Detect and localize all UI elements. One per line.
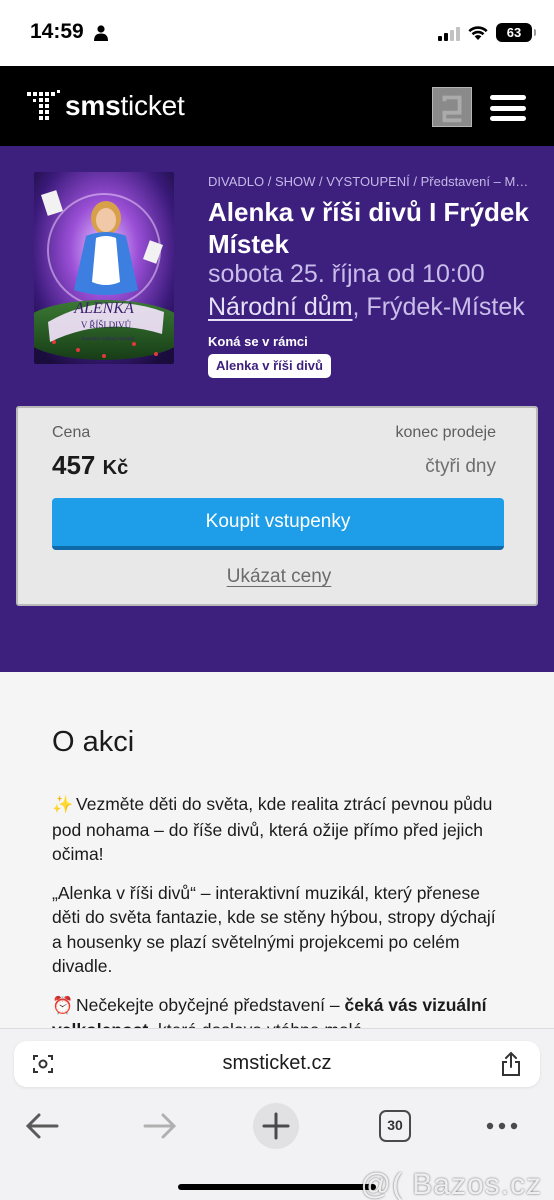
breadcrumb[interactable]: DIVADLO / SHOW / VYSTOUPENÍ / Představen… <box>208 174 530 189</box>
url-text: smsticket.cz <box>222 1052 332 1074</box>
person-icon <box>94 25 108 41</box>
status-time: 14:59 <box>30 20 84 43</box>
price-box: Cena 457 Kč konec prodeje čtyři dny Koup… <box>16 406 538 606</box>
logo-text: smsticket <box>65 90 185 121</box>
event-title: Alenka v říši divů I Frýdek Místek <box>208 197 529 259</box>
price-value: 457 Kč <box>52 450 129 480</box>
user-avatar-icon[interactable] <box>432 87 472 127</box>
venue-link[interactable]: Národní dům <box>208 293 353 321</box>
about-section: O akci ✨ Vezměte děti do světa, kde reali… <box>0 672 554 1028</box>
new-tab-button[interactable] <box>252 1101 300 1151</box>
watermark: @( Bazos.cz <box>360 1168 542 1200</box>
part-of-label: Koná se v rámci <box>208 334 308 349</box>
alarm-clock-icon: ⏰ <box>52 995 74 1015</box>
plus-icon <box>253 1103 299 1149</box>
back-arrow-icon <box>25 1113 59 1139</box>
about-paragraph-2: „Alenka v říši divů“ – interaktivní muzi… <box>52 882 496 977</box>
event-hero: ALENKA V ŘÍŠI DIVŮ kouzelný rodinný muzi… <box>0 146 554 672</box>
event-venue: Národní dům, Frýdek-Místek <box>208 293 525 322</box>
series-tag[interactable]: Alenka v říši divů <box>208 354 331 378</box>
wifi-icon <box>468 25 488 40</box>
poster-subtitle: kouzelný rodinný muzikál <box>82 337 135 342</box>
poster-image: ALENKA V ŘÍŠI DIVŮ kouzelný rodinný muzi… <box>34 172 174 364</box>
sparkles-icon: ✨ <box>52 795 74 814</box>
browser-nav: 30 <box>0 1101 554 1157</box>
logo-mark-icon <box>27 90 60 120</box>
more-button[interactable] <box>482 1101 522 1151</box>
show-prices-link[interactable]: Ukázat ceny <box>18 566 540 588</box>
sale-end-label: konec prodeje <box>395 424 496 441</box>
smsticket-logo[interactable]: smsticket <box>26 88 185 124</box>
tabs-button[interactable]: 30 <box>378 1101 412 1151</box>
more-dots-icon <box>486 1122 518 1130</box>
sale-end-value: čtyři dny <box>425 456 496 477</box>
event-poster[interactable]: ALENKA V ŘÍŠI DIVŮ kouzelný rodinný muzi… <box>34 172 174 364</box>
venue-city: , Frýdek-Místek <box>352 293 525 321</box>
tabs-count: 30 <box>379 1110 411 1142</box>
buy-tickets-button[interactable]: Koupit vstupenky <box>52 498 504 550</box>
forward-button[interactable] <box>140 1101 180 1151</box>
forward-arrow-icon <box>143 1113 177 1139</box>
status-indicators: 63 <box>438 23 536 42</box>
cellular-signal-icon <box>438 25 460 41</box>
event-datetime: sobota 25. října od 10:00 <box>208 260 485 288</box>
about-paragraph-1: ✨ Vezměte děti do světa, kde realita ztrá… <box>52 794 493 864</box>
status-bar: 14:59 63 <box>0 0 554 66</box>
about-paragraph-3: ⏰ Nečekejte obyčejné představení – čeká v… <box>52 993 504 1029</box>
about-text: ✨ Vezměte děti do světa, kde realita ztrá… <box>52 792 504 1028</box>
poster-title-line1: ALENKA <box>73 300 134 317</box>
address-bar[interactable]: smsticket.cz <box>14 1041 540 1087</box>
home-indicator <box>178 1184 376 1190</box>
share-icon[interactable] <box>500 1051 522 1077</box>
back-button[interactable] <box>22 1101 62 1151</box>
hamburger-menu-icon[interactable] <box>490 93 528 123</box>
about-heading: O akci <box>52 726 135 758</box>
poster-title-line2: V ŘÍŠI DIVŮ <box>81 320 132 330</box>
battery-indicator: 63 <box>496 23 536 42</box>
price-label: Cena <box>52 424 91 441</box>
